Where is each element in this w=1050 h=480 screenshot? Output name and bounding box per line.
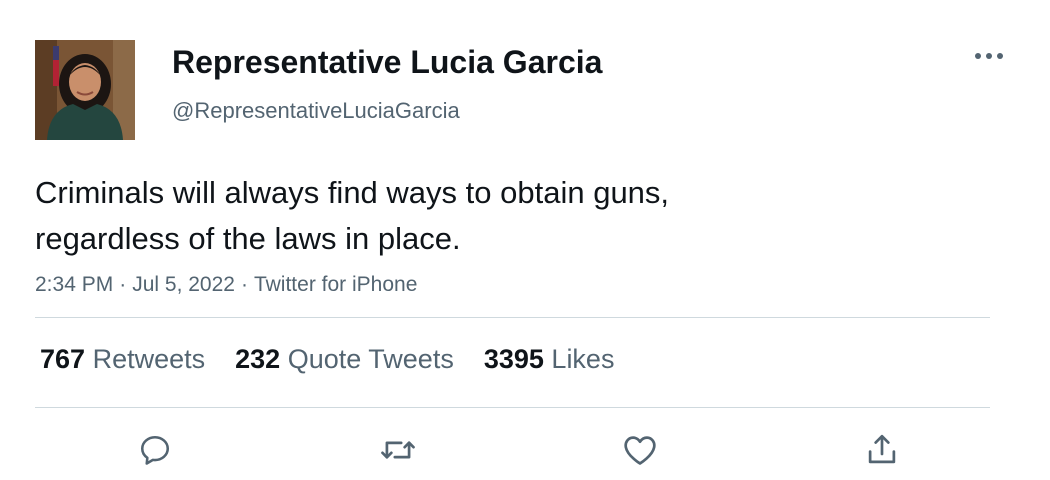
author-display-name[interactable]: Representative Lucia Garcia	[172, 42, 602, 82]
more-icon	[975, 53, 1003, 59]
reply-button[interactable]	[133, 428, 177, 472]
share-icon	[868, 434, 896, 464]
quote-tweets-stat[interactable]: 232 Quote Tweets	[235, 340, 454, 378]
retweets-count: 767	[40, 344, 86, 374]
tweet-stats: 767 Retweets 232 Quote Tweets 3395 Likes	[40, 340, 644, 378]
heart-icon	[624, 436, 656, 465]
avatar[interactable]	[35, 40, 135, 140]
tweet-text: Criminals will always find ways to obtai…	[35, 170, 855, 262]
retweets-label: Retweets	[92, 344, 206, 374]
tweet-time[interactable]: 2:34 PM	[35, 273, 113, 296]
meta-separator: ·	[240, 273, 248, 296]
quote-tweets-label: Quote Tweets	[287, 344, 454, 374]
more-options-button[interactable]	[968, 40, 1010, 72]
reply-icon	[140, 435, 170, 465]
likes-label: Likes	[551, 344, 615, 374]
divider	[35, 317, 990, 318]
quote-tweets-count: 232	[235, 344, 281, 374]
retweets-stat[interactable]: 767 Retweets	[40, 340, 205, 378]
tweet-meta: 2:34 PM · Jul 5, 2022 · Twitter for iPhone	[35, 270, 417, 300]
tweet-text-line: regardless of the laws in place.	[35, 221, 461, 256]
retweet-icon	[381, 441, 415, 459]
likes-stat[interactable]: 3395 Likes	[484, 340, 615, 378]
divider	[35, 407, 990, 408]
meta-separator: ·	[119, 273, 127, 296]
retweet-button[interactable]	[376, 428, 420, 472]
tweet-text-line: Criminals will always find ways to obtai…	[35, 175, 670, 210]
like-button[interactable]	[618, 428, 662, 472]
action-bar	[0, 428, 1050, 472]
likes-count: 3395	[483, 344, 544, 374]
tweet-date[interactable]: Jul 5, 2022	[132, 273, 235, 296]
tweet-source[interactable]: Twitter for iPhone	[254, 273, 417, 296]
share-button[interactable]	[860, 428, 904, 472]
profile-photo-icon	[35, 40, 135, 140]
author-handle[interactable]: @RepresentativeLuciaGarcia	[172, 96, 460, 126]
